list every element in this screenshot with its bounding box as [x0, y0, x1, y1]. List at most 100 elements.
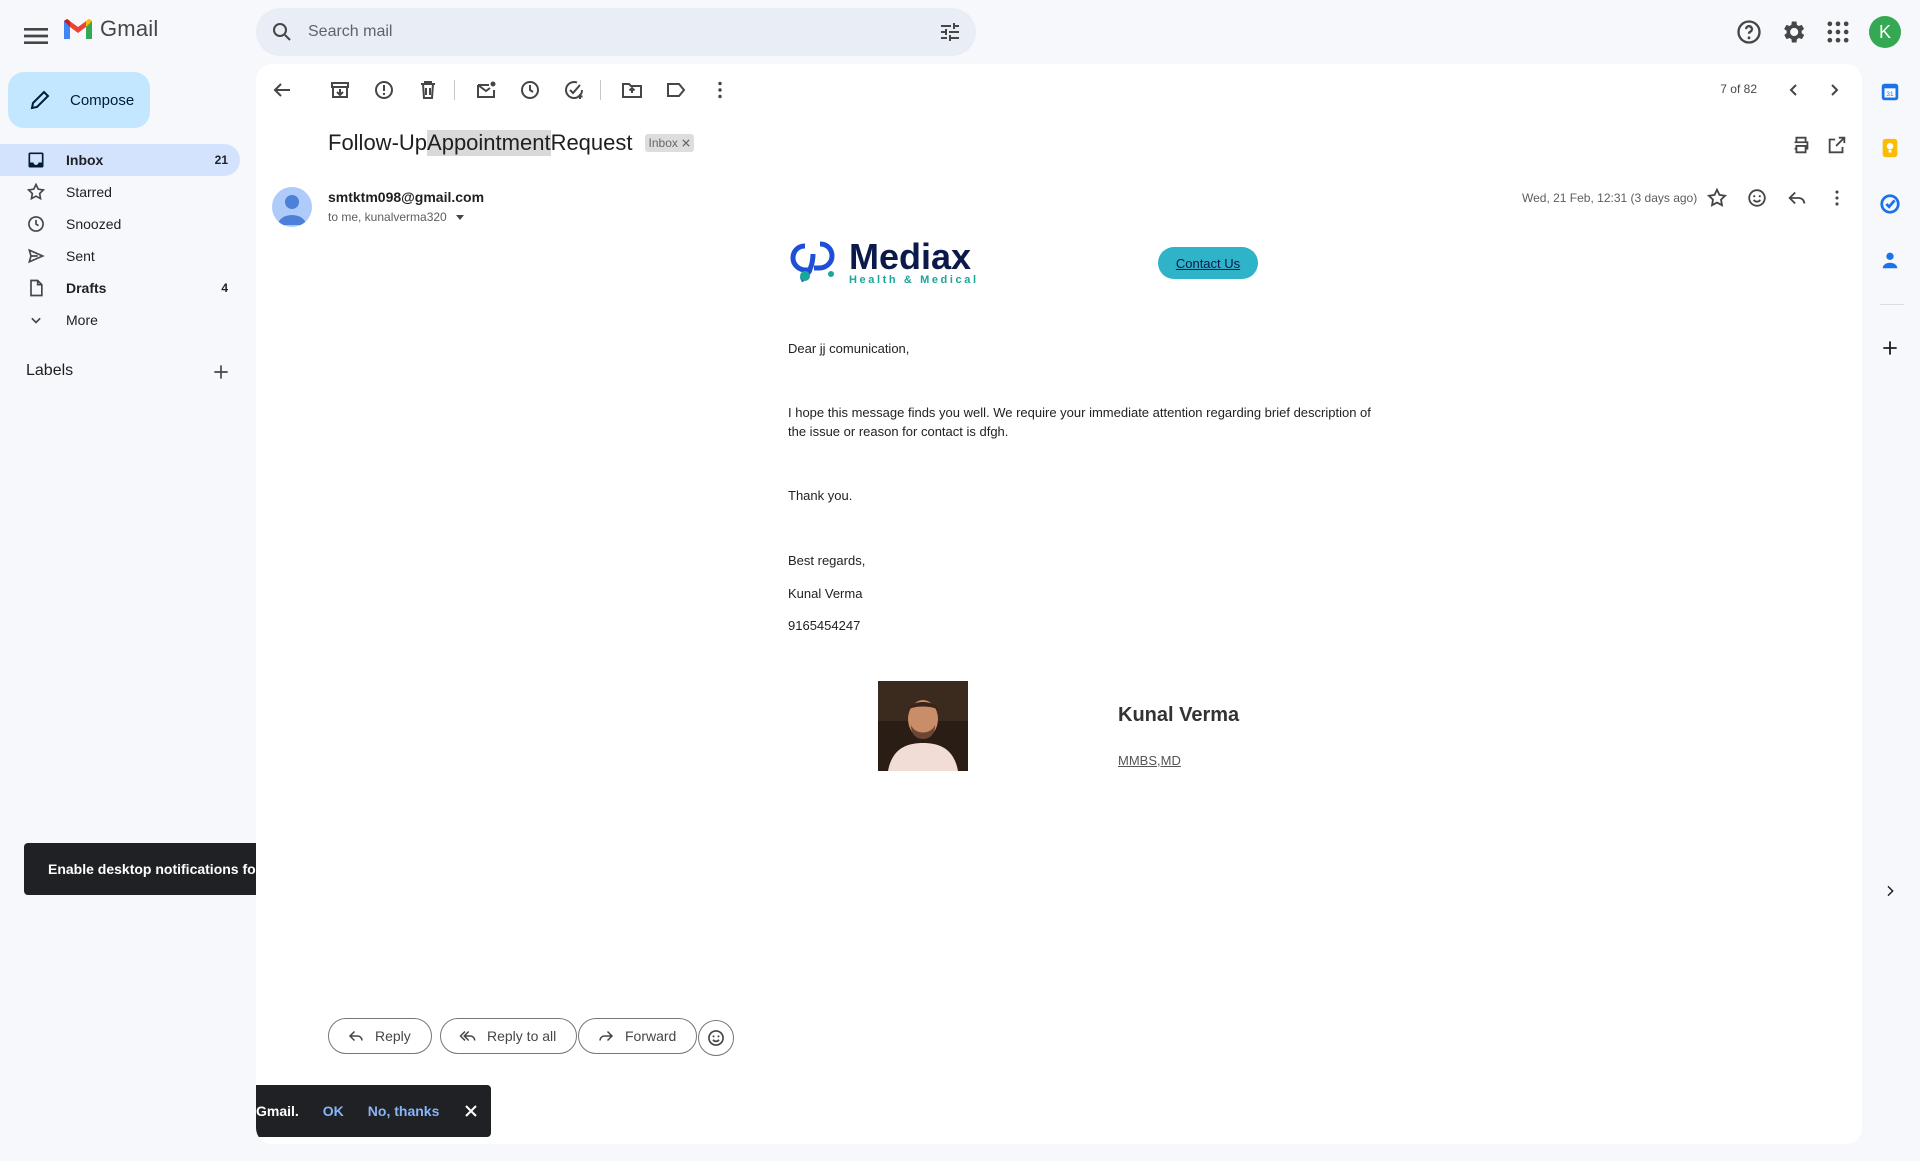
mediax-logo: Mediax Health & Medical — [787, 234, 979, 292]
sidebar-item-label: Inbox — [66, 152, 104, 168]
sidebar-item-inbox[interactable]: Inbox 21 — [0, 144, 240, 176]
inbox-label-badge: Inbox — [644, 134, 694, 152]
message-more-button[interactable] — [1826, 187, 1850, 211]
search-icon[interactable] — [270, 20, 294, 44]
settings-button[interactable] — [1779, 18, 1807, 46]
compose-button[interactable]: Compose — [8, 72, 150, 128]
move-to-button[interactable] — [620, 78, 644, 102]
report-spam-button[interactable] — [372, 78, 396, 102]
sidebar-item-drafts[interactable]: Drafts 4 — [0, 272, 240, 304]
apps-button[interactable] — [1824, 18, 1852, 46]
reply-all-button[interactable]: Reply to all — [440, 1018, 578, 1054]
signature-card-qualifications[interactable]: MMBS,MD — [1118, 753, 1181, 768]
emoji-button[interactable] — [698, 1020, 734, 1056]
move-folder-icon — [622, 83, 642, 98]
caret-down-icon[interactable] — [455, 212, 465, 222]
print-button[interactable] — [1790, 134, 1814, 158]
more-actions-button[interactable] — [708, 78, 732, 102]
back-button[interactable] — [270, 78, 294, 102]
draft-count: 4 — [221, 281, 228, 295]
snooze-button[interactable] — [518, 78, 542, 102]
calendar-icon: 31 — [1881, 83, 1899, 101]
chevron-right-icon — [1831, 84, 1839, 96]
recipients: to me, kunalverma320 — [328, 210, 465, 224]
compose-label: Compose — [70, 91, 135, 109]
sidebar-item-label: Starred — [66, 184, 112, 200]
sidebar-item-starred[interactable]: Starred — [0, 176, 240, 208]
stethoscope-logo-icon — [790, 241, 835, 283]
subject-text: Request — [550, 130, 633, 155]
open-in-new-icon — [1828, 136, 1846, 154]
report-spam-icon — [375, 81, 393, 99]
person-photo-icon — [878, 681, 968, 771]
send-icon — [28, 248, 45, 264]
label-icon — [667, 83, 686, 97]
forward-icon — [599, 1030, 614, 1042]
get-addons-button[interactable] — [1876, 334, 1904, 362]
email-sign-phone: 9165454247 — [788, 618, 861, 633]
sender-avatar[interactable] — [272, 187, 312, 227]
smiley-icon — [708, 1030, 724, 1046]
chevron-right-icon — [1887, 885, 1894, 897]
search-input[interactable]: Search mail — [308, 23, 392, 41]
create-label-button[interactable] — [211, 362, 231, 382]
star-icon — [26, 182, 46, 201]
app-name: Gmail — [100, 16, 159, 41]
tasks-app-button[interactable] — [1876, 190, 1904, 218]
emoji-reaction-button[interactable] — [1746, 187, 1770, 211]
star-message-button[interactable] — [1706, 187, 1730, 211]
message-date: Wed, 21 Feb, 12:31 (3 days ago) — [1522, 191, 1698, 205]
sidebar-item-sent[interactable]: Sent — [0, 240, 240, 272]
sidebar-item-label: More — [66, 312, 98, 328]
forward-label: Forward — [625, 1028, 677, 1044]
account-avatar[interactable]: K — [1869, 16, 1901, 48]
email-paragraph: I hope this message finds you well. We r… — [788, 405, 1371, 439]
contacts-app-button[interactable] — [1876, 246, 1904, 274]
add-task-button[interactable] — [562, 78, 586, 102]
sidebar-item-more[interactable]: More — [0, 304, 240, 336]
newer-button[interactable] — [1782, 78, 1806, 102]
mark-unread-button[interactable] — [474, 78, 498, 102]
sender-email[interactable]: smtktm098@gmail.com — [328, 189, 484, 205]
remove-label-icon[interactable] — [682, 139, 690, 147]
gmail-logo[interactable]: Gmail — [62, 16, 158, 42]
gear-icon — [1784, 21, 1805, 43]
reply-button[interactable]: Reply — [328, 1018, 432, 1054]
signature-photo — [878, 681, 968, 771]
reply-icon — [1788, 191, 1806, 205]
close-icon[interactable] — [463, 1103, 479, 1119]
chevron-down-icon — [31, 317, 41, 324]
gmail-m-icon — [64, 19, 92, 39]
hide-side-panel-button[interactable] — [1876, 877, 1904, 905]
sidebar-item-snoozed[interactable]: Snoozed — [0, 208, 240, 240]
reply-icon-button[interactable] — [1786, 187, 1810, 211]
forward-button[interactable]: Forward — [578, 1018, 698, 1054]
hamburger-menu-icon — [24, 28, 48, 44]
signature-card-name: Kunal Verma — [1118, 704, 1240, 726]
reply-all-icon — [459, 1030, 476, 1042]
main-menu-button[interactable] — [20, 20, 52, 52]
keep-app-button[interactable] — [1876, 134, 1904, 162]
support-button[interactable] — [1735, 18, 1763, 46]
email-sign-name: Kunal Verma — [788, 586, 863, 601]
archive-button[interactable] — [328, 78, 352, 102]
recipients-text: to me, kunalverma320 — [328, 210, 447, 224]
tasks-icon — [1880, 194, 1900, 214]
notification-no-thanks-button[interactable]: No, thanks — [368, 1103, 440, 1119]
toolbar-divider — [600, 80, 601, 100]
brand-tagline: Health & Medical — [849, 274, 979, 286]
calendar-app-button[interactable]: 31 — [1876, 78, 1904, 106]
older-button[interactable] — [1822, 78, 1846, 102]
plus-icon — [214, 365, 228, 379]
delete-button[interactable] — [416, 78, 440, 102]
notification-text-tail: Gmail. — [256, 1103, 299, 1119]
contact-us-button[interactable]: Contact Us — [1158, 247, 1258, 279]
inbox-icon — [28, 152, 44, 168]
chevron-left-icon — [1789, 84, 1797, 96]
search-bar[interactable]: Search mail — [256, 8, 976, 56]
notification-ok-button[interactable]: OK — [323, 1103, 344, 1119]
plus-icon — [1883, 341, 1897, 355]
open-new-window-button[interactable] — [1826, 134, 1850, 158]
search-options-icon[interactable] — [938, 20, 962, 44]
labels-button[interactable] — [664, 78, 688, 102]
